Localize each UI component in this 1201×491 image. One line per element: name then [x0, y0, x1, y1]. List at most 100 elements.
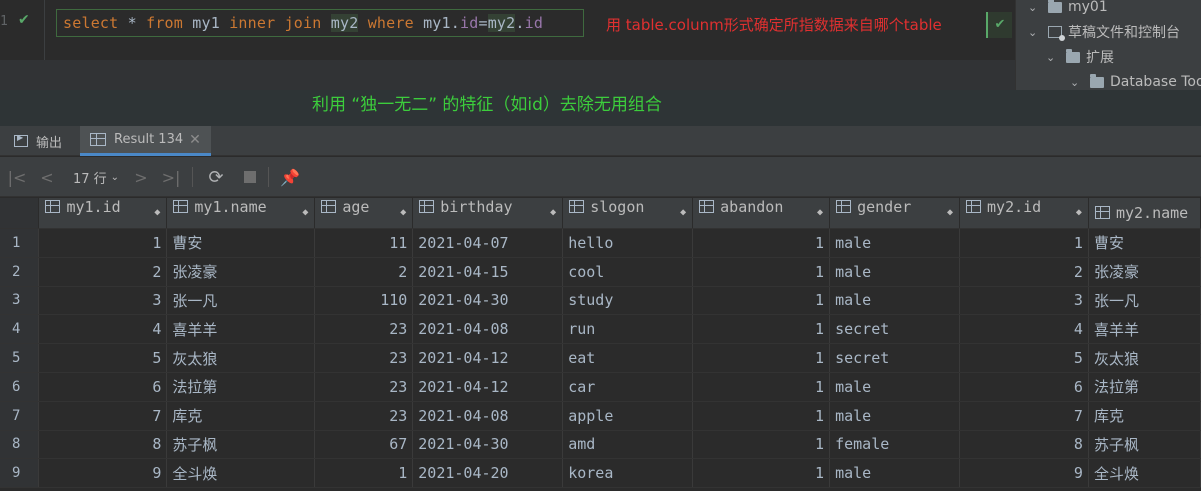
table-cell[interactable]: 1: [692, 458, 831, 489]
table-cell[interactable]: secret: [829, 343, 961, 373]
sort-icon[interactable]: ◆: [400, 198, 406, 228]
table-cell[interactable]: 张一凡: [166, 286, 316, 316]
table-cell[interactable]: male: [829, 228, 961, 258]
table-cell[interactable]: 110: [314, 286, 414, 316]
table-cell[interactable]: 7: [38, 401, 168, 431]
table-cell[interactable]: 23: [314, 314, 414, 345]
table-cell[interactable]: 苏子枫: [1088, 430, 1201, 460]
sort-icon[interactable]: ◆: [302, 198, 308, 228]
table-cell[interactable]: study: [562, 286, 694, 316]
table-row[interactable]: 6 6 法拉第 23 2021-04-12 car 1 male 6 法拉第: [0, 372, 1201, 402]
table-cell[interactable]: 灰太狼: [1088, 343, 1201, 373]
table-cell[interactable]: 全斗焕: [1088, 458, 1201, 489]
table-cell[interactable]: run: [562, 314, 694, 345]
column-header[interactable]: my1.name ◆: [166, 198, 316, 229]
stop-icon[interactable]: [238, 165, 262, 189]
table-cell[interactable]: 法拉第: [166, 372, 316, 402]
table-cell[interactable]: 1: [692, 430, 831, 460]
table-cell[interactable]: car: [562, 372, 694, 402]
table-cell[interactable]: 喜羊羊: [1088, 314, 1201, 345]
table-cell[interactable]: 2021-04-07: [412, 228, 564, 258]
table-cell[interactable]: 1: [692, 314, 831, 345]
table-cell[interactable]: 7: [959, 401, 1089, 431]
table-cell[interactable]: 1: [692, 343, 831, 373]
table-row[interactable]: 8 8 苏子枫 67 2021-04-30 amd 1 female 8 苏子枫: [0, 430, 1201, 460]
table-cell[interactable]: 2021-04-20: [412, 458, 564, 489]
table-cell[interactable]: 2021-04-15: [412, 257, 564, 287]
table-cell[interactable]: 张凌豪: [1088, 257, 1201, 287]
table-cell[interactable]: 灰太狼: [166, 343, 316, 373]
table-cell[interactable]: 2021-04-12: [412, 343, 564, 373]
table-cell[interactable]: secret: [829, 314, 961, 345]
table-cell[interactable]: 4: [959, 314, 1089, 345]
sort-icon[interactable]: ◆: [154, 198, 160, 228]
table-cell[interactable]: cool: [562, 257, 694, 287]
tab-output[interactable]: 输出: [14, 126, 62, 156]
table-cell[interactable]: 1: [692, 372, 831, 402]
table-cell[interactable]: 5: [38, 343, 168, 373]
table-cell[interactable]: 2: [314, 257, 414, 287]
table-cell[interactable]: 2: [38, 257, 168, 287]
table-cell[interactable]: 苏子枫: [166, 430, 316, 460]
first-page-icon[interactable]: |<: [6, 165, 28, 189]
table-cell[interactable]: 张凌豪: [166, 257, 316, 287]
table-cell[interactable]: 67: [314, 430, 414, 460]
table-row[interactable]: 7 7 库克 23 2021-04-08 apple 1 male 7 库克: [0, 401, 1201, 431]
table-cell[interactable]: apple: [562, 401, 694, 431]
chevron-down-icon[interactable]: ⌄: [1070, 76, 1082, 89]
table-cell[interactable]: 9: [38, 458, 168, 489]
table-cell[interactable]: 2021-04-30: [412, 286, 564, 316]
sort-icon[interactable]: ◆: [947, 198, 953, 228]
tab-result[interactable]: Result 134 ✕: [80, 126, 211, 156]
table-cell[interactable]: 8: [38, 430, 168, 460]
column-header[interactable]: birthday ◆: [412, 198, 564, 229]
last-page-icon[interactable]: >|: [160, 165, 182, 189]
reload-icon[interactable]: ⟳: [204, 165, 228, 189]
column-header[interactable]: age ◆: [314, 198, 414, 229]
table-cell[interactable]: female: [829, 430, 961, 460]
table-cell[interactable]: male: [829, 257, 961, 287]
table-cell[interactable]: 23: [314, 343, 414, 373]
table-cell[interactable]: male: [829, 401, 961, 431]
table-cell[interactable]: amd: [562, 430, 694, 460]
table-cell[interactable]: male: [829, 286, 961, 316]
table-cell[interactable]: 2021-04-08: [412, 401, 564, 431]
table-cell[interactable]: 3: [959, 286, 1089, 316]
sort-icon[interactable]: ◆: [817, 198, 823, 228]
table-cell[interactable]: eat: [562, 343, 694, 373]
pin-icon[interactable]: 📌: [278, 165, 302, 189]
table-cell[interactable]: 张一凡: [1088, 286, 1201, 316]
column-header[interactable]: my1.id ◆: [38, 198, 168, 229]
table-row[interactable]: 2 2 张凌豪 2 2021-04-15 cool 1 male 2 张凌豪: [0, 257, 1201, 287]
table-cell[interactable]: 2: [959, 257, 1089, 287]
table-cell[interactable]: 1: [314, 458, 414, 489]
table-row[interactable]: 3 3 张一凡 110 2021-04-30 study 1 male 3 张一凡: [0, 286, 1201, 316]
table-cell[interactable]: 6: [959, 372, 1089, 402]
table-cell[interactable]: 喜羊羊: [166, 314, 316, 345]
table-row[interactable]: 9 9 全斗焕 1 2021-04-20 korea 1 male 9 全斗焕: [0, 458, 1201, 489]
table-cell[interactable]: 3: [38, 286, 168, 316]
next-page-icon[interactable]: >: [130, 165, 152, 189]
table-cell[interactable]: 23: [314, 372, 414, 402]
column-header[interactable]: my2.name: [1088, 198, 1201, 229]
table-cell[interactable]: male: [829, 458, 961, 489]
table-cell[interactable]: 2021-04-12: [412, 372, 564, 402]
tree-item-database-tools[interactable]: ⌄ Database Tools: [1070, 71, 1201, 90]
sort-icon[interactable]: ◆: [550, 198, 556, 228]
table-cell[interactable]: 1: [692, 401, 831, 431]
table-cell[interactable]: 1: [692, 228, 831, 258]
table-cell[interactable]: 4: [38, 314, 168, 345]
sql-editor[interactable]: 1 ✔ select * from my1 inner join my2 whe…: [0, 0, 1015, 90]
row-count-dropdown[interactable]: 17 行 ⌄: [66, 165, 126, 189]
table-cell[interactable]: 8: [959, 430, 1089, 460]
table-cell[interactable]: 1: [692, 286, 831, 316]
chevron-down-icon[interactable]: ⌄: [1028, 26, 1040, 39]
table-cell[interactable]: 2021-04-08: [412, 314, 564, 345]
table-cell[interactable]: 1: [692, 257, 831, 287]
table-cell[interactable]: 全斗焕: [166, 458, 316, 489]
chevron-down-icon[interactable]: ⌄: [1046, 51, 1058, 64]
table-cell[interactable]: 6: [38, 372, 168, 402]
table-cell[interactable]: male: [829, 372, 961, 402]
table-cell[interactable]: korea: [562, 458, 694, 489]
column-header[interactable]: slogon ◆: [562, 198, 694, 229]
